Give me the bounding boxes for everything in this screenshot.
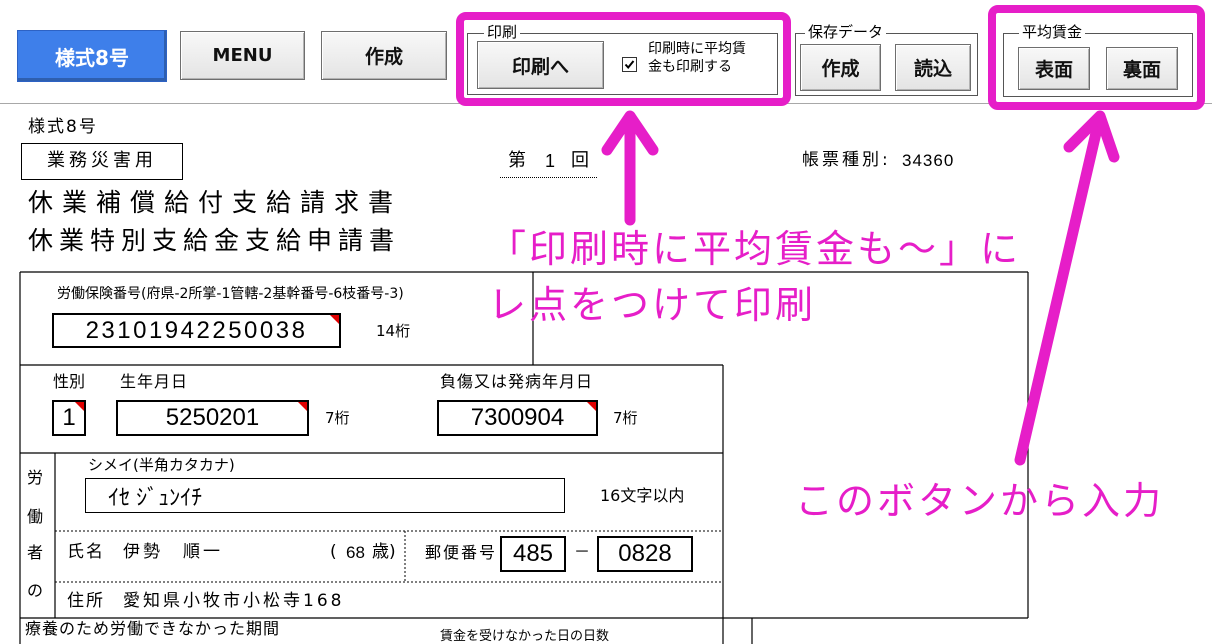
insurance-number-label: 労働保険番号(府県-2所掌-1管轄-2基幹番号-6枝番号-3) [57, 286, 404, 302]
comment-indicator[interactable] [75, 402, 84, 411]
kana-name-field[interactable]: ｲｾ ｼﾞｭﾝｲﾁ [85, 478, 565, 513]
age-value[interactable]: 68 [346, 543, 365, 563]
birth-date-label: 生年月日 [120, 372, 189, 391]
annotation-print-note-line-2: レ点をつけて印刷 [488, 283, 817, 327]
kana-name-hint: 16文字以内 [600, 486, 685, 505]
postal-code-second-value: 0828 [618, 540, 672, 567]
worker-section-label-char: 者 [27, 543, 44, 562]
injury-date-value: 7300904 [470, 404, 565, 431]
comment-indicator[interactable] [587, 402, 596, 411]
annotation-highlight-print-group [456, 12, 791, 106]
insurance-number-value: 23101942250038 [85, 316, 308, 344]
name-label: 氏名 [67, 542, 105, 562]
annotation-print-note-line-1: 「印刷時に平均賃金も～」に [488, 227, 1022, 271]
leave-period-label: 療養のため労働できなかった期間 [25, 619, 281, 638]
birth-date-field[interactable]: 5250201 [116, 400, 309, 436]
gender-value: 1 [62, 404, 76, 431]
kana-name-value: ｲｾ ｼﾞｭﾝｲﾁ [108, 484, 203, 510]
birth-date-value: 5250201 [165, 404, 260, 431]
postal-code-second-field[interactable]: 0828 [597, 536, 693, 572]
postal-code-label: 郵便番号 [425, 543, 498, 562]
annotation-wage-note: このボタンから入力 [795, 479, 1165, 523]
postal-code-separator: － [574, 542, 591, 561]
name-value[interactable]: 伊勢 順一 [123, 542, 223, 563]
insurance-number-hint: 14桁 [376, 322, 411, 340]
age-prefix: ( [330, 542, 337, 562]
injury-date-label: 負傷又は発病年月日 [440, 372, 594, 391]
birth-date-hint: 7桁 [325, 409, 350, 427]
gender-field[interactable]: 1 [52, 400, 86, 436]
worker-section-label-char: の [27, 581, 44, 600]
age-suffix: 歳) [372, 542, 396, 562]
injury-date-field[interactable]: 7300904 [437, 400, 598, 436]
worker-section-label-char: 労 [27, 468, 44, 487]
address-label: 住所 [67, 591, 105, 611]
postal-code-first-field[interactable]: 485 [500, 536, 566, 572]
excel-form-screen: 様式8号 MENU 作成 印刷 印刷へ 印刷時に平均賃 金も印刷する 保存データ… [0, 0, 1212, 644]
comment-indicator[interactable] [330, 315, 339, 324]
unpaid-days-label: 賃金を受けなかった日の日数 [440, 629, 610, 644]
annotation-highlight-average-wage-group [988, 5, 1205, 110]
worker-section-label-char: 働 [27, 507, 44, 526]
gender-label: 性別 [53, 372, 86, 391]
address-value[interactable]: 愛知県小牧市小松寺168 [123, 591, 344, 612]
kana-name-label: シメイ(半角カタカナ) [88, 456, 235, 474]
injury-date-hint: 7桁 [613, 409, 638, 427]
comment-indicator[interactable] [298, 402, 307, 411]
postal-code-first-value: 485 [512, 540, 554, 567]
insurance-number-field[interactable]: 23101942250038 [52, 313, 341, 348]
